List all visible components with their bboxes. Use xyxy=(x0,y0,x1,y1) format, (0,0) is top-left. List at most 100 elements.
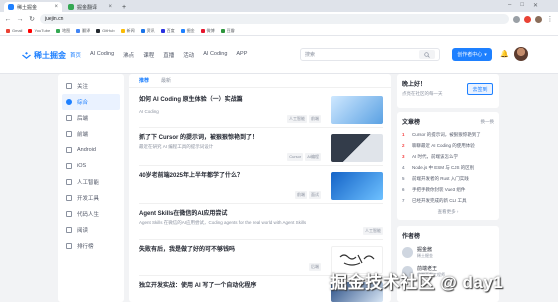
nav-item[interactable]: 直播 xyxy=(163,51,174,59)
back-arrow-icon[interactable]: ← xyxy=(4,16,12,23)
notification-bell-icon[interactable]: 🔔 xyxy=(500,50,509,58)
hot-item[interactable]: 5 前端开发者的 Rust 入门实践 xyxy=(402,173,494,184)
browser-menu-icon[interactable]: ⋮ xyxy=(546,15,554,23)
tag[interactable]: Cursor xyxy=(287,153,304,161)
tag[interactable]: AI编程 xyxy=(305,153,321,161)
author-desc: 稀土掘金 xyxy=(417,253,433,258)
tag[interactable]: 人工智能 xyxy=(363,227,383,235)
extension-icon[interactable] xyxy=(513,15,520,23)
backend-icon xyxy=(66,115,72,121)
tag[interactable]: 前端 xyxy=(309,115,321,123)
creator-center-button[interactable]: 创作者中心 ▾ xyxy=(452,48,492,61)
logo-text: 稀土掘金 xyxy=(34,51,66,60)
maximize-icon[interactable]: □ xyxy=(520,2,524,9)
search-button[interactable] xyxy=(419,50,435,59)
article-title[interactable]: Agent Skills在微信的AI应用尝试 xyxy=(139,208,383,217)
article-tags: 后端 xyxy=(309,263,321,271)
tag[interactable]: 人工智能 xyxy=(287,115,307,123)
bookmark-item[interactable]: GitHub xyxy=(96,28,115,33)
url-input[interactable]: juejin.cn xyxy=(40,14,509,24)
article-item[interactable]: 如何 AI Coding 原生体验（一）实战篇 AI Coding 人工智能 前端 xyxy=(139,94,383,128)
sidebar-item-reading[interactable]: 阅读 xyxy=(62,222,120,238)
ai-icon xyxy=(66,179,72,185)
bookmark-item[interactable]: 百度 xyxy=(160,28,175,34)
hot-item[interactable]: 6 手把手教你封装 Vue3 组件 xyxy=(402,184,494,195)
tag[interactable]: 前端 xyxy=(295,191,307,199)
article-author[interactable]: AI Coding xyxy=(139,109,159,114)
bookmark-item[interactable]: 地图 xyxy=(56,28,70,34)
author-row[interactable]: 掘金酱 稀土掘金 xyxy=(402,246,494,259)
nav-item[interactable]: 课程 xyxy=(143,51,154,59)
sidebar-item-frontend[interactable]: 前端 xyxy=(62,126,120,142)
bookmark-item[interactable]: YouTube xyxy=(28,28,50,33)
reload-icon[interactable]: ↻ xyxy=(28,15,36,23)
profile-icon[interactable] xyxy=(535,15,542,23)
article-item[interactable]: 40岁老前端2025年上半年都学了什么？ 前端 面试 xyxy=(139,170,383,204)
sidebar-item-all[interactable]: 综合 xyxy=(62,94,120,110)
tab-close-icon[interactable]: × xyxy=(54,4,58,10)
author-name: 掘金酱 xyxy=(417,247,433,253)
article-item[interactable]: Agent Skills在微信的AI应用尝试 Agent Skills 在微信的… xyxy=(139,208,383,240)
refresh-button[interactable]: 换一换 xyxy=(481,119,495,125)
watermark: 掘金技术社区 @ day1 xyxy=(330,273,504,292)
tag[interactable]: 面试 xyxy=(309,191,321,199)
sidebar-item-android[interactable]: Android xyxy=(62,142,120,158)
article-thumbnail[interactable] xyxy=(331,172,383,200)
search-box[interactable]: 搜索 xyxy=(300,48,440,61)
search-input[interactable]: 搜索 xyxy=(305,51,315,58)
minimize-icon[interactable]: – xyxy=(508,2,511,9)
sidebar-item-ranking[interactable]: 排行榜 xyxy=(62,238,120,254)
article-thumbnail[interactable] xyxy=(331,96,383,124)
hot-item[interactable]: 2 聊聊最近 AI Coding 的使用体验 xyxy=(402,140,494,151)
sidebar-item-code-life[interactable]: 代码人生 xyxy=(62,206,120,222)
translate-favicon-icon xyxy=(68,4,74,10)
hot-item[interactable]: 4 Node.js 中 ESM 与 CJS 的区别 xyxy=(402,162,494,173)
author-avatar[interactable] xyxy=(402,247,413,258)
browser-tab-active[interactable]: 稀土掘金 × xyxy=(4,2,62,12)
nav-item-home[interactable]: 首页 xyxy=(70,51,81,59)
tab-latest[interactable]: 最新 xyxy=(161,77,171,84)
new-tab-button[interactable]: + xyxy=(118,2,128,12)
bookmark-item[interactable]: 豆瓣 xyxy=(220,28,235,34)
category-sidebar: 关注 综合 后端 前端 Android iOS 人工智能 开发工具 代码人生 阅… xyxy=(58,74,124,302)
main-nav: 首页 AI Coding 沸点 课程 直播 活动 AI Coding APP xyxy=(70,51,247,59)
sidebar-item-backend[interactable]: 后端 xyxy=(62,110,120,126)
nav-item[interactable]: 沸点 xyxy=(123,51,134,59)
hot-item[interactable]: 7 已经开发完成的新 CLI 工具 xyxy=(402,195,494,206)
bookmark-icon xyxy=(160,28,165,33)
sidebar-item-ios[interactable]: iOS xyxy=(62,158,120,174)
bookmark-icon xyxy=(200,28,205,33)
site-logo[interactable]: 稀土掘金 xyxy=(22,50,66,61)
nav-item[interactable]: AI Coding xyxy=(90,51,114,59)
bookmark-item[interactable]: 资讯 xyxy=(140,28,155,34)
article-item[interactable]: 抓了下 Cursor 的提示词，被狠狠惊艳到了！ 最近在研究 AI 编程工具的提… xyxy=(139,132,383,166)
sidebar-item-ai[interactable]: 人工智能 xyxy=(62,174,120,190)
forward-arrow-icon[interactable]: → xyxy=(16,16,24,23)
browser-tab[interactable]: 掘金翻译 × xyxy=(64,2,116,12)
hot-item[interactable]: 1 Cursor 的提示词，被狠狠惊艳到了 xyxy=(402,129,494,140)
view-more-link[interactable]: 查看更多 › xyxy=(402,209,494,215)
nav-item[interactable]: AI Coding xyxy=(203,51,227,59)
bookmark-item[interactable]: 翻译 xyxy=(76,28,90,34)
hot-item[interactable]: 3 AI 时代，前端该怎么学 xyxy=(402,151,494,162)
article-thumbnail[interactable] xyxy=(331,134,383,162)
window-controls: – □ ✕ xyxy=(508,2,538,9)
bookmark-item[interactable]: 微博 xyxy=(200,28,215,34)
tab-recommend[interactable]: 推荐 xyxy=(139,77,149,84)
close-window-icon[interactable]: ✕ xyxy=(533,2,538,9)
extension-icon[interactable] xyxy=(524,15,531,23)
bookmark-item[interactable]: 掘金 xyxy=(180,28,195,34)
checkin-button[interactable]: 去签到 xyxy=(467,83,493,95)
bookmark-icon xyxy=(120,28,125,33)
follow-icon xyxy=(66,83,72,89)
hot-title: 文章榜 xyxy=(402,120,421,126)
tag[interactable]: 后端 xyxy=(309,263,321,271)
user-avatar[interactable] xyxy=(514,47,528,61)
nav-item[interactable]: APP xyxy=(236,51,247,59)
sidebar-item-tools[interactable]: 开发工具 xyxy=(62,190,120,206)
tab-close-icon[interactable]: × xyxy=(108,4,112,10)
bookmark-item[interactable]: 新闻 xyxy=(120,28,135,34)
nav-item[interactable]: 活动 xyxy=(183,51,194,59)
sidebar-item-follow[interactable]: 关注 xyxy=(62,78,120,94)
bookmark-item[interactable]: Gmail xyxy=(6,28,22,33)
